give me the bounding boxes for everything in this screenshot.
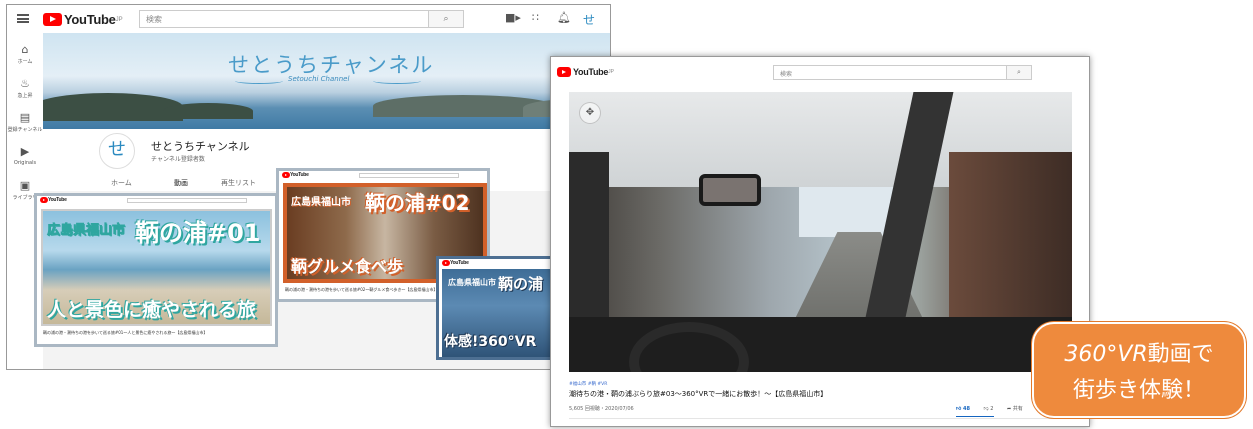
video-meta: 5,605 回視聴・2020/07/06 [569,406,634,412]
trending-icon: ♨ [20,77,30,90]
house-wall [949,152,1072,322]
channel-avatar[interactable]: せ [99,133,135,169]
sidebar-item-originals[interactable]: ▶ Originals [7,145,43,166]
episode-title: 鞆の浦#01 [135,219,261,247]
video-thumbnail-03[interactable]: YouTube 広島県福山市 鞆の浦 体感!360°VR [436,256,556,360]
like-button[interactable]: 👍︎ 48 [956,406,976,412]
city-tag: 広島県福山市 [448,278,496,287]
originals-icon: ▶ [20,145,30,158]
rear-view-mirror [699,174,761,206]
wave-decoration [373,78,421,84]
mini-top-bar: YouTube [279,171,487,180]
search-input [359,173,459,178]
video-caption: 鞆の浦の港・潮待ちの港を歩いて巡る旅#02〜鞆グルメ食べ歩き〜【広島県福山市】 [285,287,438,292]
youtube-logo: YouTube [40,197,67,203]
wave-decoration [235,78,283,84]
callout-text-line2: 街歩き体験！ [1072,378,1205,403]
mini-top-bar: YouTube [439,259,553,268]
youtube-logo[interactable]: YouTube JP [557,67,614,77]
library-icon: ▣ [19,179,31,192]
vr-video-player[interactable]: ✥ [569,92,1072,372]
search-input [127,198,247,203]
home-icon: ⌂ [21,43,29,56]
video-thumbnail-01[interactable]: YouTube 広島県福山市 鞆の浦#01 人と景色に癒やされる旅 鞆の浦の港・… [34,193,278,347]
youtube-logo: YouTube [442,260,469,266]
search-input[interactable]: 検索 [773,65,1007,80]
youtube-logo: YouTube [282,172,309,178]
sidebar-item-subscriptions[interactable]: ▤ 登録チャンネル [7,111,43,133]
video-camera-icon[interactable]: ■▸ [505,11,521,24]
video-page-window: YouTube JP 検索 ⌕ ✥ #福山市 #鞆 #VR 潮待ちの港・鞆の浦ぶ… [550,56,1090,427]
magnifier-icon: ⌕ [443,14,449,24]
play-icon [557,67,571,77]
top-bar: YouTube JP 検索 ⌕ [551,57,1089,85]
search-button[interactable]: ⌕ [428,10,464,28]
share-button[interactable]: ➦ 共有 [1007,406,1029,412]
video-caption: 鞆の浦の港・潮待ちの港を歩いて巡る旅#01〜人と景色に癒やされる旅〜【広島県福山… [43,330,208,335]
city-tag: 広島県福山市 [291,197,351,208]
search-button[interactable]: ⌕ [1006,65,1032,80]
thumbnail-tagline: 鞆グルメ食べ歩 [291,257,404,276]
top-bar: YouTube JP 検索 ⌕ ■▸ ∷ 🔔︎ せ [7,5,610,33]
vr-pan-control-icon[interactable]: ✥ [579,102,601,124]
video-hashtags[interactable]: #福山市 #鞆 #VR [569,381,607,387]
island-shape [43,93,183,121]
channel-name: せとうちチャンネル [151,140,250,153]
city-tag: 広島県福山市 [47,223,126,239]
island-shape [163,103,253,119]
thumbnail-image: 広島県福山市 鞆の浦 体感!360°VR [442,269,553,357]
apps-grid-icon[interactable]: ∷ [532,11,539,24]
video-title: 潮待ちの港・鞆の浦ぶらり旅#03〜360°VRで一緒にお散歩！〜【広島県福山市】 [569,390,828,398]
menu-icon[interactable] [17,14,29,23]
callout-text: 動画で [1147,342,1214,367]
episode-title: 鞆の浦 [498,275,544,293]
vr-callout-bubble: 360°VR動画で 街歩き体験！ [1032,322,1246,418]
sidebar-item-home[interactable]: ⌂ ホーム [7,43,43,65]
tab-home[interactable]: ホーム [111,178,132,188]
subscriber-count: チャンネル登録者数 [151,156,205,163]
avatar-icon[interactable]: せ [583,11,595,28]
youtube-logo[interactable]: YouTube JP [43,12,123,27]
episode-title: 鞆の浦#02 [365,191,470,215]
search-input[interactable]: 検索 [139,10,429,28]
banner-subtitle: Setouchi Channel [288,75,350,83]
thumbnail-image: 広島県福山市 鞆の浦#01 人と景色に癒やされる旅 [41,209,272,326]
sidebar-item-trending[interactable]: ♨ 急上昇 [7,77,43,99]
dislike-button[interactable]: 👎︎ 2 [984,406,1000,412]
subscriptions-icon: ▤ [19,111,31,124]
bell-icon[interactable]: 🔔︎ [557,11,571,24]
magnifier-icon: ⌕ [1017,68,1021,76]
play-icon [43,13,62,26]
divider [569,418,1071,419]
channel-banner: せとうちチャンネル Setouchi Channel [43,33,610,129]
thumbnail-tagline: 人と景色に癒やされる旅 [47,299,257,321]
like-bar [956,416,994,417]
thumbnail-tagline: 体感!360°VR [444,334,537,350]
mini-top-bar: YouTube [37,196,275,205]
callout-highlight: 360°VR [1064,342,1148,367]
tab-playlists[interactable]: 再生リスト [221,178,256,188]
